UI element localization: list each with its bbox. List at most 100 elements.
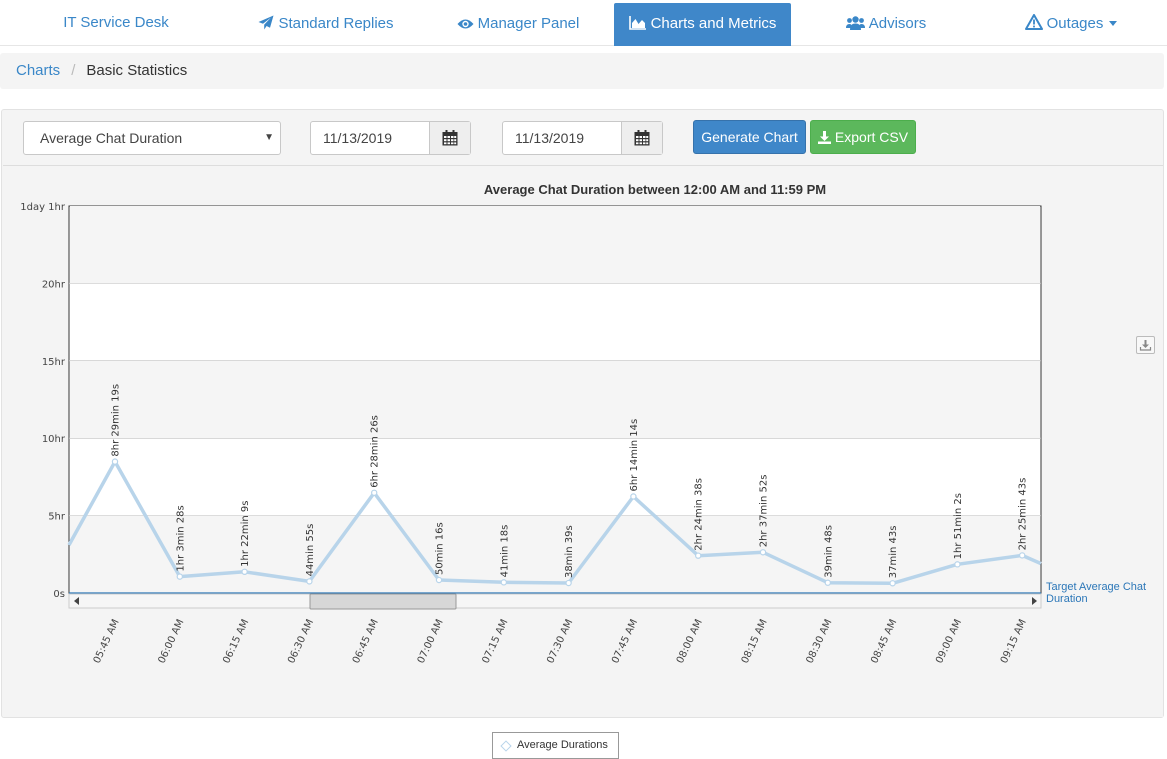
x-tick-label: 07:45 AM [610,618,640,666]
eye-icon [457,19,474,29]
nav-advisors[interactable]: Advisors [842,3,930,46]
grid-band [70,360,1040,439]
calendar-icon [442,130,458,146]
x-tick-label: 08:30 AM [804,618,834,666]
nav-manager-panel-label: Manager Panel [477,15,580,32]
data-point [111,458,119,465]
x-tick-label: 08:00 AM [675,618,705,666]
chart-scrollbar[interactable] [68,593,1042,609]
data-label: 2hr 24min 38s [694,478,705,551]
x-tick-label: 06:00 AM [156,618,186,666]
data-point [435,576,443,584]
y-tick-label: 10hr [42,434,66,445]
data-point [500,579,507,586]
data-point [565,579,572,587]
chart-panel: Average Chat Duration ▼ 11/13/2019 11/13… [1,109,1164,759]
start-date-field[interactable]: 11/13/2019 [310,121,471,155]
data-label: 6hr 28min 26s [370,415,381,488]
data-point [824,579,832,586]
data-label: 39min 48s [823,525,834,578]
export-csv-label: Export CSV [834,129,909,145]
generate-chart-button[interactable]: Generate Chart [693,120,806,154]
x-axis: 05:45 AM 06:00 AM 06:15 AM 06:30 AM 06:45 AM… [92,618,1029,666]
chart-title: Average Chat Duration between 12:00 AM a… [484,182,826,197]
y-tick-label: 15hr [42,357,66,368]
x-tick-label: 06:30 AM [286,618,316,666]
data-point [1019,552,1026,559]
data-point [241,568,248,576]
data-point [306,578,313,585]
legend-series-name: Average Durations [517,739,608,751]
x-tick-label: 08:45 AM [869,618,899,666]
end-date-value: 11/13/2019 [515,130,585,146]
data-label: 1hr 22min 9s [240,500,251,566]
breadcrumb-charts-link[interactable]: Charts [16,62,60,79]
x-tick-label: 07:30 AM [545,618,575,666]
chevron-down-icon [1109,21,1118,26]
y-tick-label: 20hr [42,279,66,290]
x-tick-label: 09:00 AM [934,618,964,666]
metric-select[interactable]: Average Chat Duration ▼ [23,121,281,155]
target-label-line-1: Target Average Chat [1046,581,1146,593]
target-label-line-2: Duration [1046,593,1088,605]
data-point [695,552,702,559]
data-label: 38min 39s [564,525,575,578]
data-point [630,493,637,500]
x-tick-label: 07:00 AM [416,618,446,666]
users-icon [845,16,865,30]
chart-area: Average Chat Duration between 12:00 AM a… [3,165,1163,759]
top-nav: IT Service Desk Standard Replies Manager… [0,0,1167,46]
chart-download-button[interactable] [1136,336,1155,354]
end-date-calendar-button[interactable] [621,122,662,154]
breadcrumb-separator: / [71,62,76,79]
calendar-icon [634,130,650,146]
brand-link[interactable]: IT Service Desk [46,2,186,45]
nav-manager-panel[interactable]: Manager Panel [450,3,586,46]
x-tick-label: 06:15 AM [221,618,251,666]
y-tick-label: 0s [53,589,65,600]
x-tick-label: 08:15 AM [740,618,770,666]
nav-standard-replies[interactable]: Standard Replies [250,3,402,46]
export-csv-button[interactable]: Export CSV [810,120,916,154]
data-label: 2hr 37min 52s [759,475,770,548]
area-chart-icon [628,16,646,30]
breadcrumb: Charts / Basic Statistics [0,53,1164,89]
paper-plane-icon [258,15,274,30]
nav-charts-metrics[interactable]: Charts and Metrics [614,3,791,46]
scrollbar-thumb[interactable] [309,593,457,610]
data-label: 1hr 51min 2s [953,493,964,559]
x-tick-label: 05:45 AM [92,618,122,666]
chart-legend[interactable]: Average Durations [492,732,619,759]
nav-charts-metrics-label: Charts and Metrics [650,15,777,32]
data-label: 50min 16s [435,522,446,575]
data-label: 2hr 25min 43s [1018,478,1029,551]
data-point [176,573,183,580]
data-label: 6hr 14min 14s [629,419,640,492]
x-tick-label: 09:15 AM [999,618,1029,666]
data-label: 1hr 3min 28s [175,505,186,571]
data-label: 41min 18s [499,525,510,578]
nav-advisors-label: Advisors [868,15,927,32]
data-label: 44min 55s [305,524,316,577]
data-point [889,580,896,587]
warning-icon [1024,14,1043,30]
start-date-calendar-button[interactable] [429,122,470,154]
nav-outages-label: Outages [1046,15,1104,32]
y-tick-label: 1day 1hr [20,202,66,213]
legend-diamond-icon [500,740,512,752]
data-label: 8hr 29min 19s [111,384,122,457]
x-tick-label: 06:45 AM [351,618,381,666]
data-label: 37min 43s [888,526,899,579]
breadcrumb-current: Basic Statistics [86,62,188,79]
nav-outages-dropdown[interactable]: Outages [1023,3,1119,46]
download-icon [817,131,831,144]
metric-select-value: Average Chat Duration [40,130,183,146]
y-tick-label: 5hr [48,512,66,523]
line-chart: Average Chat Duration between 12:00 AM a… [20,182,1149,666]
target-label: Target Average Chat Duration [1046,581,1149,605]
data-point [371,489,378,496]
start-date-value: 11/13/2019 [323,130,393,146]
data-point [954,561,961,568]
end-date-field[interactable]: 11/13/2019 [502,121,663,155]
grid-band [70,206,1040,284]
